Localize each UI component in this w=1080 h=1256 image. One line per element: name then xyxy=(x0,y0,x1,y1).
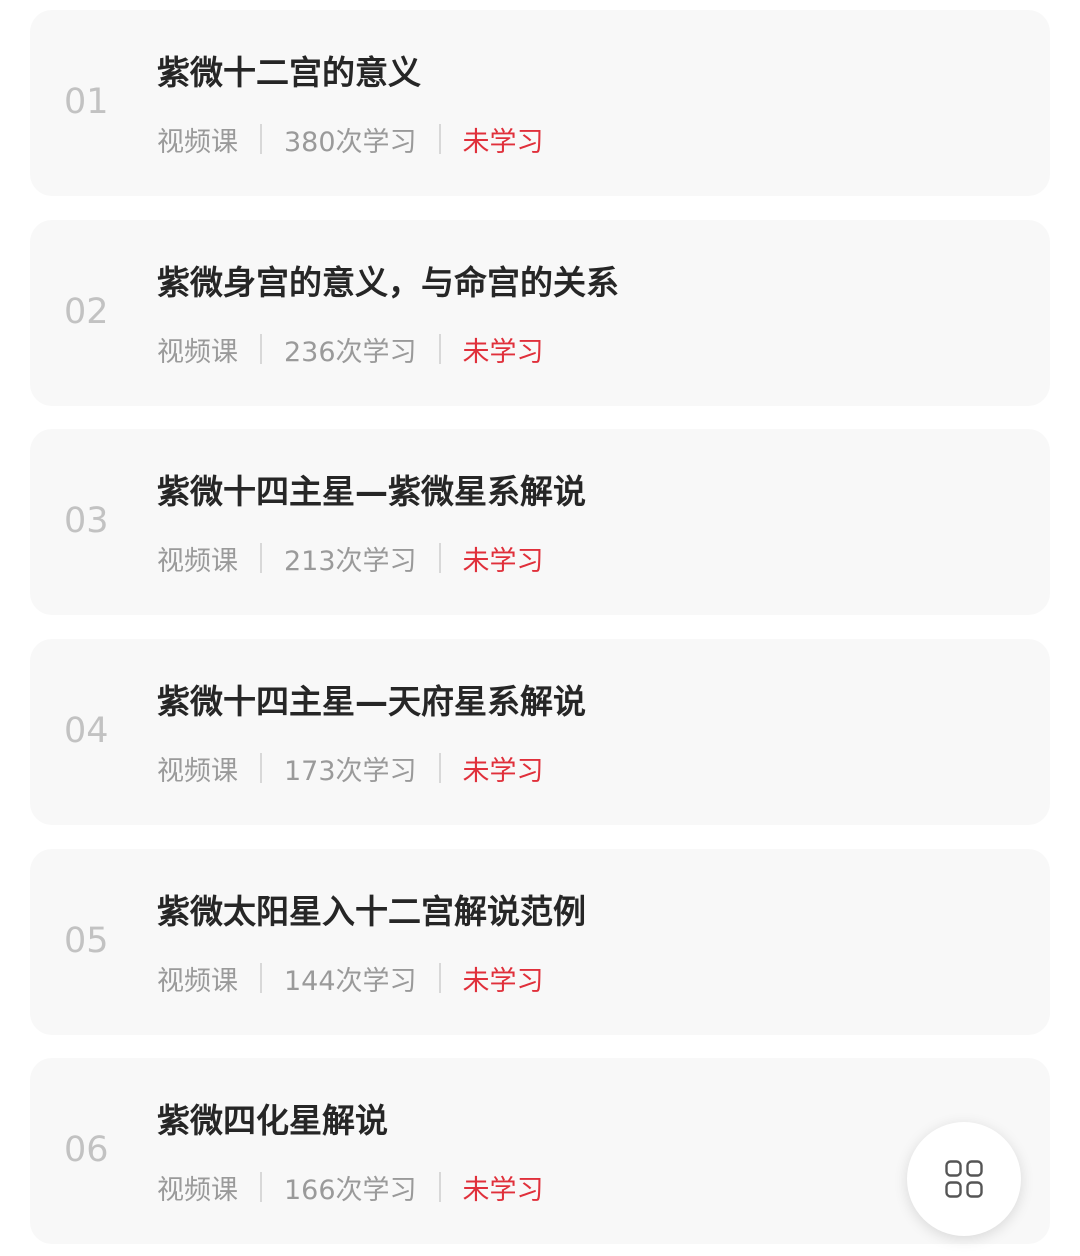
lesson-view-count: 380次学习 xyxy=(284,126,417,158)
lesson-meta: 视频课 380次学习 未学习 xyxy=(157,119,544,159)
lesson-view-count: 236次学习 xyxy=(284,336,417,368)
lesson-type: 视频课 xyxy=(157,126,238,158)
lesson-meta: 视频课 213次学习 未学习 xyxy=(157,538,544,578)
meta-divider xyxy=(260,124,262,154)
lesson-view-count: 166次学习 xyxy=(284,1174,417,1206)
lesson-status: 未学习 xyxy=(462,1174,544,1206)
lesson-status: 未学习 xyxy=(462,336,544,368)
lesson-type: 视频课 xyxy=(157,965,238,997)
lesson-type: 视频课 xyxy=(157,336,238,368)
lesson-view-count: 173次学习 xyxy=(284,755,417,787)
lesson-status: 未学习 xyxy=(462,126,544,158)
meta-divider xyxy=(438,334,441,364)
lesson-view-count: 213次学习 xyxy=(284,545,417,577)
lesson-title: 紫微十四主星—天府星系解说 xyxy=(157,682,586,721)
meta-divider xyxy=(260,753,262,783)
lesson-card[interactable]: 04 紫微十四主星—天府星系解说 视频课 173次学习 未学习 xyxy=(30,639,1050,825)
lesson-status: 未学习 xyxy=(462,755,544,787)
lesson-card[interactable]: 06 紫微四化星解说 视频课 166次学习 未学习 xyxy=(30,1058,1050,1244)
lesson-type: 视频课 xyxy=(157,1174,238,1206)
meta-divider xyxy=(438,963,441,993)
lesson-meta: 视频课 166次学习 未学习 xyxy=(157,1167,544,1207)
meta-divider xyxy=(260,963,262,993)
lesson-number: 06 xyxy=(64,1130,109,1170)
lesson-view-count: 144次学习 xyxy=(284,965,417,997)
lesson-card[interactable]: 01 紫微十二宫的意义 视频课 380次学习 未学习 xyxy=(30,10,1050,196)
grid-icon xyxy=(945,1160,983,1198)
lesson-title: 紫微太阳星入十二宫解说范例 xyxy=(157,892,586,931)
lesson-type: 视频课 xyxy=(157,545,238,577)
lesson-title: 紫微身宫的意义，与命宫的关系 xyxy=(157,263,619,302)
lesson-number: 01 xyxy=(64,82,109,122)
lesson-meta: 视频课 144次学习 未学习 xyxy=(157,958,544,998)
lesson-title: 紫微四化星解说 xyxy=(157,1101,388,1140)
meta-divider xyxy=(260,1172,262,1202)
lesson-status: 未学习 xyxy=(462,545,544,577)
lesson-number: 02 xyxy=(64,292,109,332)
lesson-status: 未学习 xyxy=(462,965,544,997)
lesson-title: 紫微十二宫的意义 xyxy=(157,53,421,92)
lesson-card[interactable]: 05 紫微太阳星入十二宫解说范例 视频课 144次学习 未学习 xyxy=(30,849,1050,1035)
meta-divider xyxy=(260,543,262,573)
meta-divider xyxy=(438,1172,441,1202)
lesson-card[interactable]: 03 紫微十四主星—紫微星系解说 视频课 213次学习 未学习 xyxy=(30,429,1050,615)
catalog-fab-button[interactable] xyxy=(907,1122,1021,1236)
lesson-number: 05 xyxy=(64,921,109,961)
lesson-number: 03 xyxy=(64,501,109,541)
meta-divider xyxy=(260,334,262,364)
lesson-card[interactable]: 02 紫微身宫的意义，与命宫的关系 视频课 236次学习 未学习 xyxy=(30,220,1050,406)
meta-divider xyxy=(438,124,441,154)
lesson-meta: 视频课 173次学习 未学习 xyxy=(157,748,544,788)
meta-divider xyxy=(438,753,441,783)
lesson-number: 04 xyxy=(64,711,109,751)
lesson-meta: 视频课 236次学习 未学习 xyxy=(157,329,544,369)
lesson-title: 紫微十四主星—紫微星系解说 xyxy=(157,472,586,511)
lesson-type: 视频课 xyxy=(157,755,238,787)
meta-divider xyxy=(438,543,441,573)
